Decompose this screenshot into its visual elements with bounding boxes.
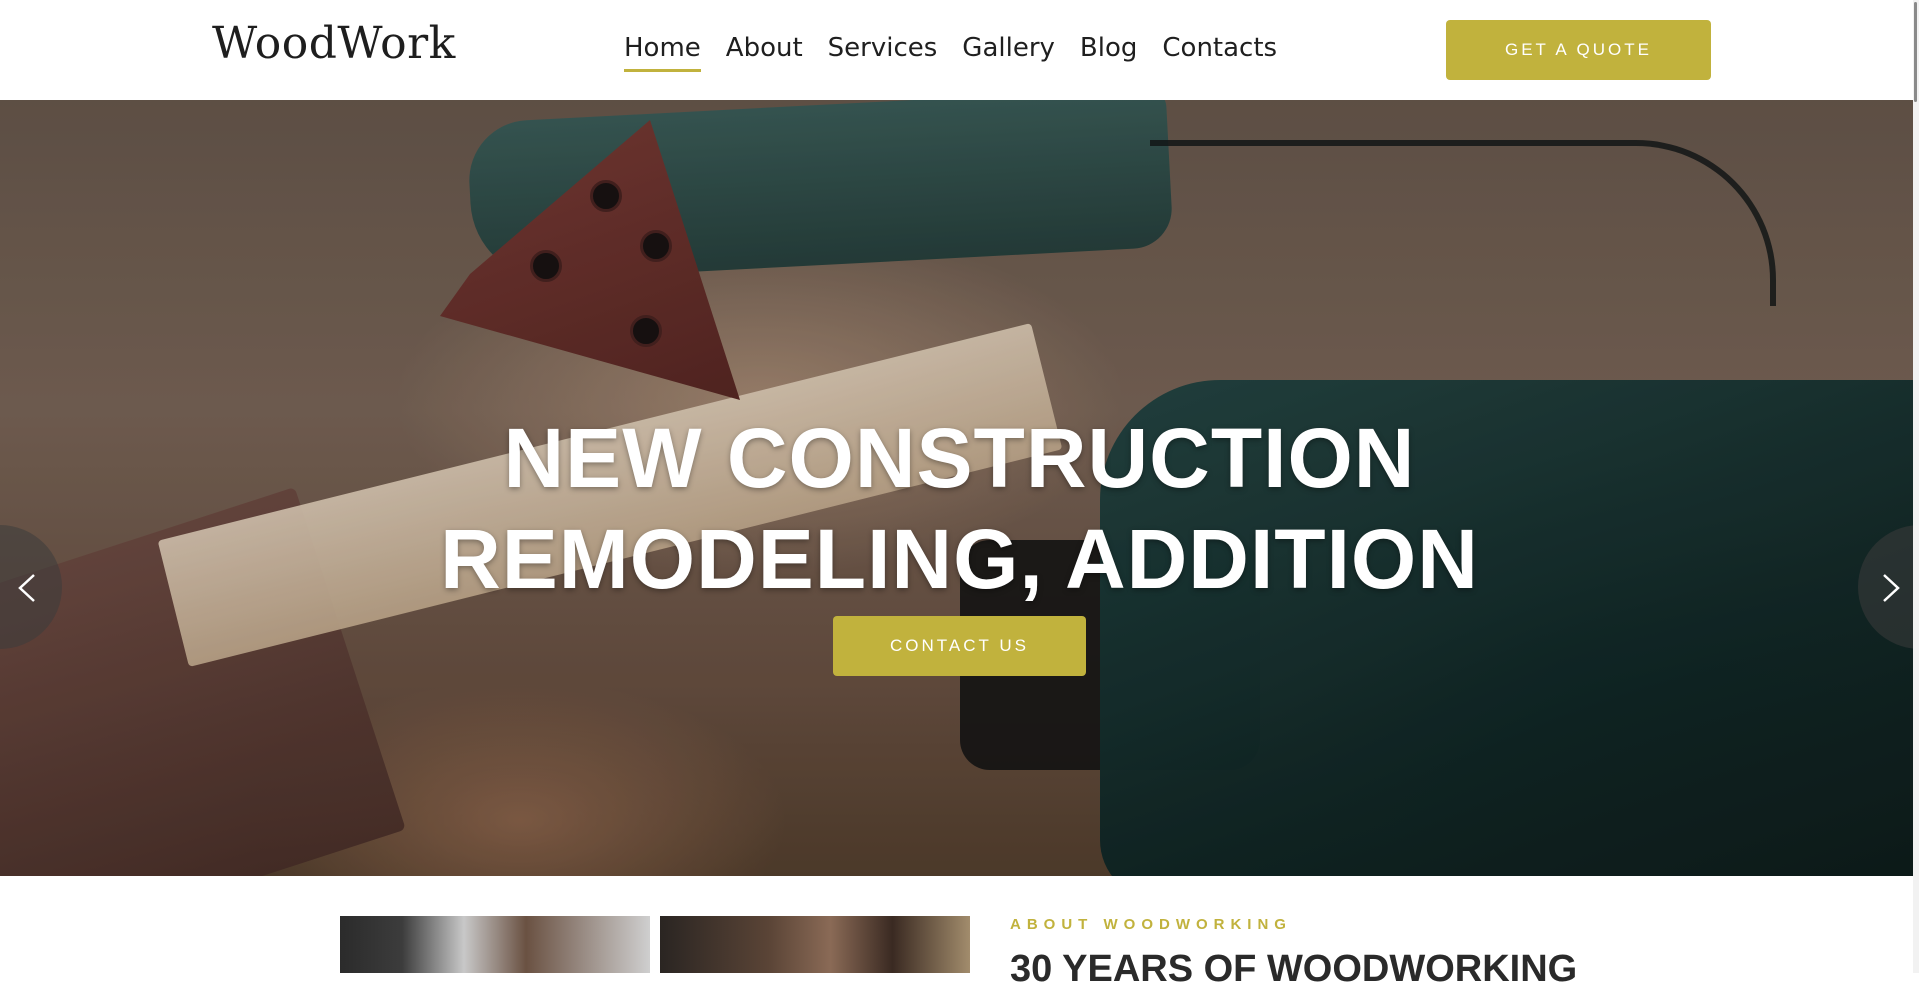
about-heading: 30 YEARS OF WOODWORKING <box>1010 948 1578 990</box>
nav-item-about[interactable]: About <box>726 33 803 72</box>
nav-item-blog[interactable]: Blog <box>1080 33 1137 72</box>
about-section: ABOUT WOODWORKING 30 YEARS OF WOODWORKIN… <box>0 876 1919 990</box>
hero-title-line-2: REMODELING, ADDITION <box>440 512 1479 606</box>
logo[interactable]: WoodWork <box>212 18 456 69</box>
hero-slider: NEW CONSTRUCTION REMODELING, ADDITION CO… <box>0 100 1919 876</box>
hero-title: NEW CONSTRUCTION REMODELING, ADDITION <box>0 408 1919 610</box>
nav-item-contacts[interactable]: Contacts <box>1162 33 1277 72</box>
chevron-right-icon <box>1883 574 1900 602</box>
scrollbar-thumb[interactable] <box>1914 2 1917 102</box>
about-image-woodworker <box>340 916 650 973</box>
main-nav: Home About Services Gallery Blog Contact… <box>624 33 1302 72</box>
nav-item-gallery[interactable]: Gallery <box>962 33 1055 72</box>
about-kicker: ABOUT WOODWORKING <box>1010 916 1292 933</box>
contact-us-button[interactable]: CONTACT US <box>833 616 1086 676</box>
about-image-workshop <box>660 916 970 973</box>
nav-item-services[interactable]: Services <box>828 33 938 72</box>
hero-title-line-1: NEW CONSTRUCTION <box>503 411 1416 505</box>
site-header: WoodWork Home About Services Gallery Blo… <box>0 0 1919 100</box>
nav-item-home[interactable]: Home <box>624 33 701 72</box>
get-quote-button[interactable]: GET A QUOTE <box>1446 20 1711 80</box>
chevron-left-icon <box>18 574 35 602</box>
page-scrollbar[interactable] <box>1913 0 1919 973</box>
